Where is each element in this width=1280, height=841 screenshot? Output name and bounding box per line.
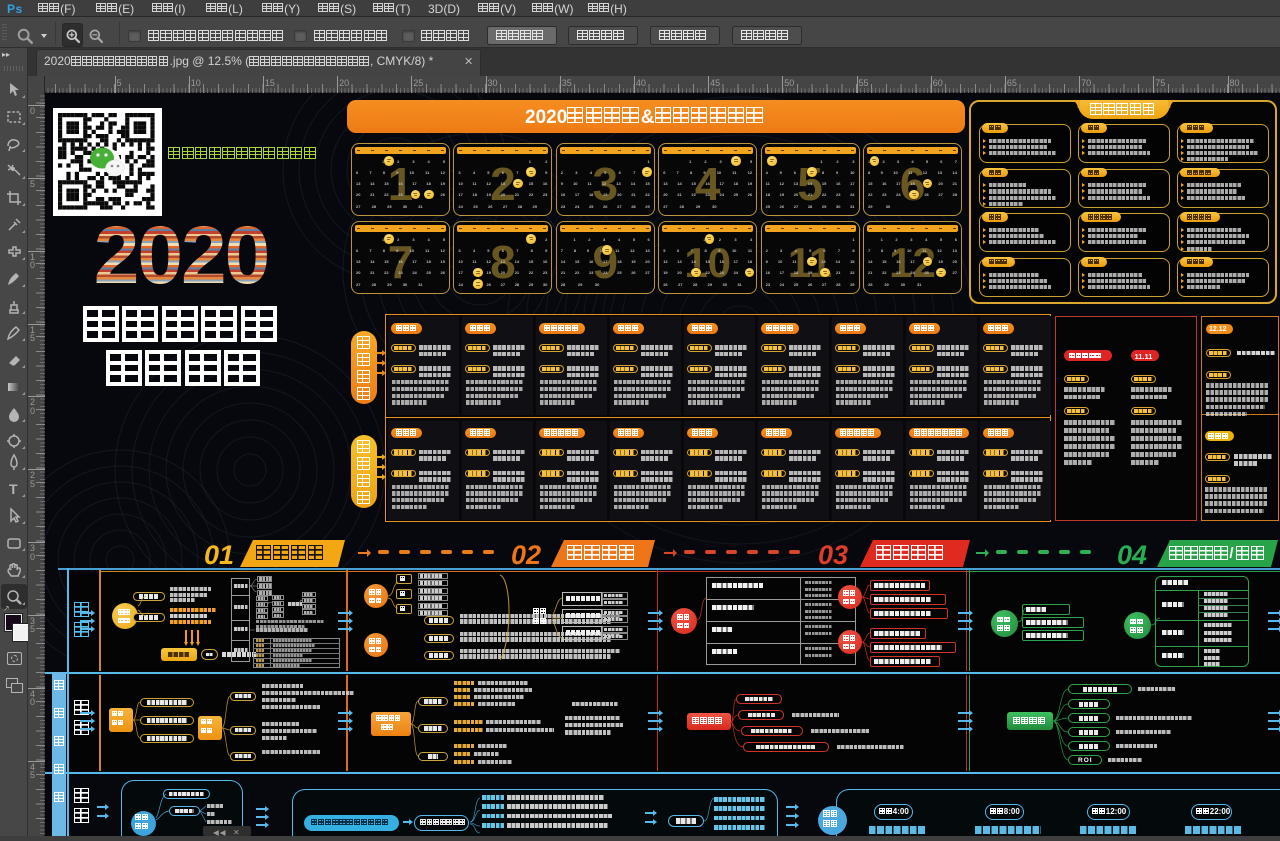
svg-text:T: T [9, 481, 18, 497]
